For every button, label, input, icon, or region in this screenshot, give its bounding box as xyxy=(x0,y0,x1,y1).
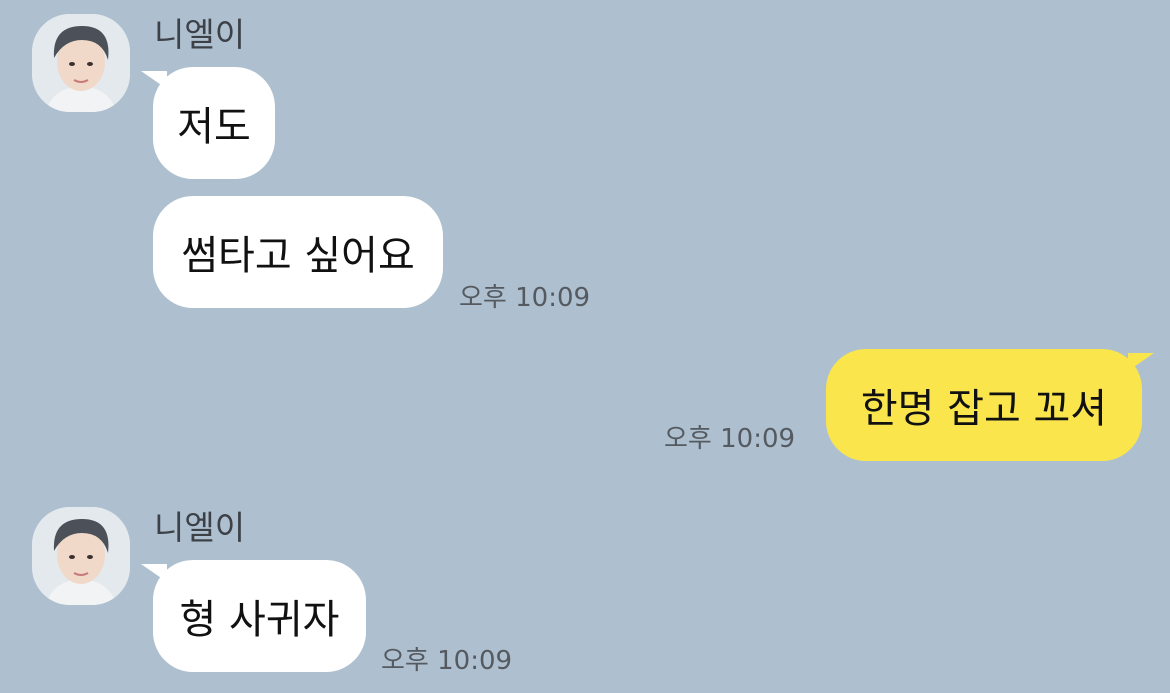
avatar[interactable] xyxy=(32,507,130,605)
message-text: 저도 xyxy=(177,104,251,150)
message-text: 한명 잡고 꼬셔 xyxy=(860,386,1108,432)
message-bubble-incoming[interactable]: 저도 xyxy=(141,67,275,179)
message-bubble-incoming[interactable]: 썸타고 싶어요 xyxy=(153,196,443,308)
message-bubble-incoming[interactable]: 형 사귀자 xyxy=(141,560,366,672)
avatar[interactable] xyxy=(32,14,130,112)
bubble-tail xyxy=(141,71,167,89)
message-text: 썸타고 싶어요 xyxy=(181,233,415,279)
bubble-tail xyxy=(141,564,167,582)
message-text: 형 사귀자 xyxy=(179,597,340,643)
bubble-tail xyxy=(1128,353,1154,371)
profile-photo-icon xyxy=(32,507,130,605)
profile-photo-icon xyxy=(32,14,130,112)
sender-name: 니엘이 xyxy=(154,15,246,54)
message-timestamp: 오후 10:09 xyxy=(381,646,513,676)
message-timestamp: 오후 10:09 xyxy=(664,424,796,454)
message-bubble-outgoing[interactable]: 한명 잡고 꼬셔 xyxy=(826,349,1154,461)
sender-name: 니엘이 xyxy=(154,508,246,547)
message-timestamp: 오후 10:09 xyxy=(459,283,591,313)
